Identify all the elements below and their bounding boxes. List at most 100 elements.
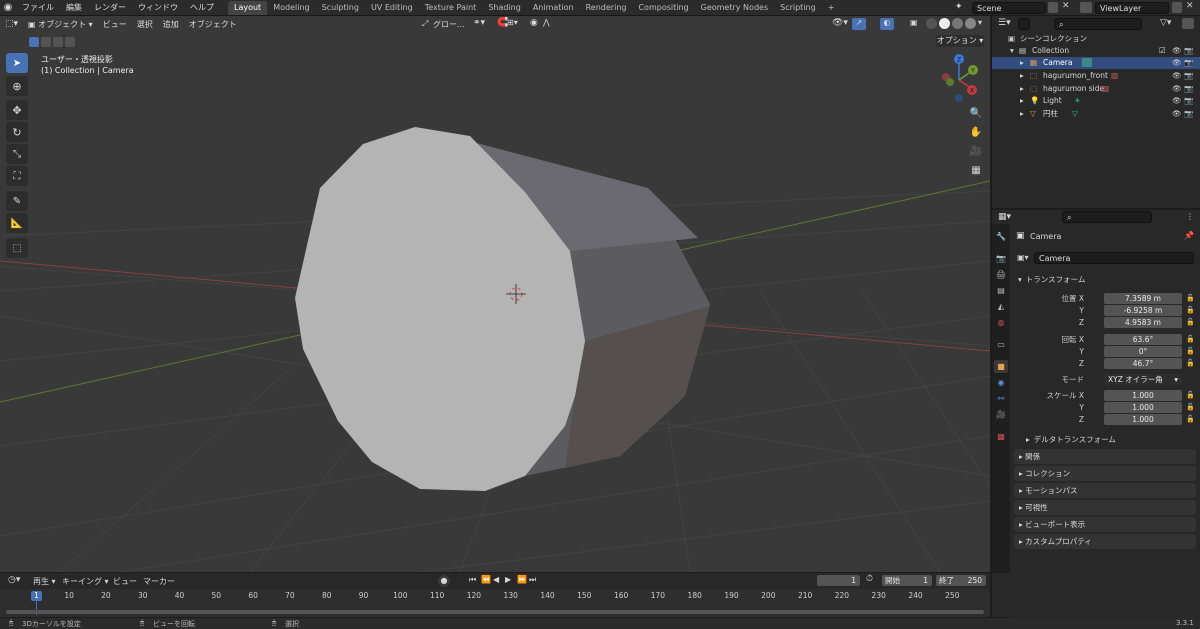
menu-edit[interactable]: 編集 bbox=[60, 0, 88, 16]
view-layer-icon[interactable] bbox=[1080, 2, 1092, 13]
zoom-button[interactable]: 🔍 bbox=[968, 105, 984, 121]
object-name-field[interactable]: Camera bbox=[1034, 252, 1194, 264]
tab-scripting[interactable]: Scripting bbox=[774, 1, 822, 15]
rendered-shading-icon[interactable] bbox=[965, 18, 976, 29]
lock-icon[interactable]: 🔓 bbox=[1186, 358, 1195, 369]
scale-x-field[interactable]: 1.000 bbox=[1104, 390, 1182, 401]
render-camera-icon[interactable]: 📷 bbox=[1184, 108, 1193, 120]
menu-add[interactable]: 追加 bbox=[158, 19, 184, 30]
tab-sculpting[interactable]: Sculpting bbox=[316, 1, 365, 15]
location-y-field[interactable]: -6.9258 m bbox=[1104, 305, 1182, 316]
lock-icon[interactable]: 🔓 bbox=[1186, 334, 1195, 345]
new-collection-icon[interactable] bbox=[1182, 18, 1194, 29]
tab-tool[interactable]: 🔧 bbox=[994, 230, 1008, 243]
rotation-z-field[interactable]: 46.7° bbox=[1104, 358, 1182, 369]
eye-icon[interactable]: 👁 bbox=[1172, 70, 1182, 82]
panel-viewport-display[interactable]: ▸ ビューポート表示 bbox=[1014, 517, 1196, 532]
tab-animation[interactable]: Animation bbox=[527, 1, 580, 15]
tab-view-layer[interactable]: ▤ bbox=[994, 284, 1008, 297]
outliner-editor-icon[interactable]: ☰▾ bbox=[998, 18, 1011, 28]
expand-chevron-icon[interactable]: ▸ bbox=[1020, 95, 1024, 107]
tab-scene[interactable]: ◭ bbox=[994, 300, 1008, 313]
menu-view[interactable]: ビュー bbox=[98, 19, 132, 30]
scale-y-field[interactable]: 1.000 bbox=[1104, 402, 1182, 413]
checkbox-icon[interactable]: ☑ bbox=[1159, 45, 1166, 57]
outliner-search-input[interactable]: ⌕ bbox=[1054, 18, 1142, 30]
annotate-tool[interactable]: ✎ bbox=[6, 191, 28, 211]
ortho-toggle-button[interactable]: ▦ bbox=[968, 162, 984, 178]
view-layer-field[interactable]: ViewLayer bbox=[1095, 2, 1169, 14]
panel-visibility[interactable]: ▸ 可視性 bbox=[1014, 500, 1196, 515]
new-view-layer-icon[interactable] bbox=[1172, 2, 1182, 13]
tab-constraints[interactable]: ⚯ bbox=[994, 392, 1008, 405]
rotation-mode-select[interactable]: XYZ オイラー角 ▾ bbox=[1104, 374, 1182, 385]
proportional-edit-icon[interactable]: ◉ bbox=[530, 18, 538, 28]
select-mode-subtract-icon[interactable] bbox=[53, 37, 63, 47]
eye-icon[interactable]: 👁 bbox=[1172, 45, 1182, 57]
delete-scene-icon[interactable]: ✕ bbox=[1062, 1, 1070, 11]
expand-chevron-icon[interactable]: ▸ bbox=[1020, 70, 1024, 82]
lock-icon[interactable]: 🔓 bbox=[1186, 317, 1195, 328]
select-mode-extend-icon[interactable] bbox=[41, 37, 51, 47]
scene-field[interactable]: Scene bbox=[972, 2, 1046, 14]
editor-type-icon[interactable]: ⬚▾ bbox=[0, 19, 23, 29]
expand-chevron-icon[interactable]: ▾ bbox=[1010, 45, 1014, 57]
visibility-icon[interactable]: 👁▾ bbox=[832, 18, 848, 28]
tab-texture[interactable]: ▩ bbox=[994, 430, 1008, 443]
pivot-icon[interactable]: ⚭▾ bbox=[473, 18, 485, 28]
expand-chevron-icon[interactable]: ▸ bbox=[1020, 83, 1024, 95]
location-x-field[interactable]: 7.3589 m bbox=[1104, 293, 1182, 304]
outliner-row-collection[interactable]: ▾ ▤ Collection ☑ 👁 📷 bbox=[992, 45, 1200, 57]
panel-custom-properties[interactable]: ▸ カスタムプロパティ bbox=[1014, 534, 1196, 549]
menu-select[interactable]: 選択 bbox=[132, 19, 158, 30]
tab-render[interactable]: 📷 bbox=[994, 252, 1008, 265]
snap-target-icon[interactable]: ⊞▾ bbox=[507, 18, 518, 27]
location-z-field[interactable]: 4.9583 m bbox=[1104, 317, 1182, 328]
tab-modeling[interactable]: Modeling bbox=[267, 1, 315, 15]
eye-icon[interactable]: 👁 bbox=[1172, 95, 1182, 107]
tab-output[interactable]: 🖨 bbox=[994, 268, 1008, 281]
tab-object[interactable]: ■ bbox=[994, 360, 1008, 373]
render-camera-icon[interactable]: 📷 bbox=[1184, 57, 1193, 69]
menu-object[interactable]: オブジェクト bbox=[184, 19, 242, 30]
scene-icon[interactable]: ✦ bbox=[955, 2, 963, 12]
mode-selector[interactable]: ▣ オブジェクト ▾ bbox=[23, 19, 98, 30]
menu-window[interactable]: ウィンドウ bbox=[132, 0, 184, 16]
measure-tool[interactable]: 📐 bbox=[6, 213, 28, 233]
properties-search-input[interactable]: ⌕ bbox=[1062, 211, 1152, 223]
outliner-row-scene-collection[interactable]: ▣ シーンコレクション bbox=[992, 33, 1200, 45]
eye-icon[interactable]: 👁 bbox=[1172, 83, 1182, 95]
lock-icon[interactable]: 🔓 bbox=[1186, 293, 1195, 304]
lock-icon[interactable]: 🔓 bbox=[1186, 402, 1195, 413]
outliner-row-hagurumon-side[interactable]: ▸ ⬚ hagurumon side ▨ 👁 📷 bbox=[992, 83, 1200, 95]
transform-panel-header[interactable]: ▾ トランスフォーム bbox=[1014, 273, 1196, 287]
tab-rendering[interactable]: Rendering bbox=[580, 1, 633, 15]
eye-icon[interactable]: 👁 bbox=[1172, 108, 1182, 120]
lock-icon[interactable]: 🔓 bbox=[1186, 414, 1195, 425]
wireframe-shading-icon[interactable] bbox=[926, 18, 937, 29]
shading-options-icon[interactable]: ▾ bbox=[978, 18, 982, 27]
navigation-gizmo[interactable]: Z X Y bbox=[942, 54, 978, 102]
menu-render[interactable]: レンダー bbox=[88, 0, 132, 16]
material-shading-icon[interactable] bbox=[952, 18, 963, 29]
add-workspace-button[interactable]: + bbox=[822, 1, 841, 15]
add-cube-tool[interactable]: ⬚ bbox=[6, 238, 28, 258]
scale-tool[interactable]: ⤡ bbox=[6, 144, 28, 164]
options-button[interactable]: オプション ▾ bbox=[936, 35, 984, 47]
tab-compositing[interactable]: Compositing bbox=[632, 1, 694, 15]
tab-physics[interactable]: ◉ bbox=[994, 376, 1008, 389]
tab-geometry-nodes[interactable]: Geometry Nodes bbox=[695, 1, 774, 15]
solid-shading-icon[interactable] bbox=[939, 18, 950, 29]
blender-logo-icon[interactable]: ◉ bbox=[0, 2, 16, 13]
render-camera-icon[interactable]: 📷 bbox=[1184, 95, 1193, 107]
transform-orientation-selector[interactable]: グロー... bbox=[433, 19, 465, 30]
tab-object-data[interactable]: 🎥 bbox=[994, 408, 1008, 421]
outliner-row-hagurumon-front[interactable]: ▸ ⬚ hagurumon_front ▨ 👁 📷 bbox=[992, 70, 1200, 82]
rotation-y-field[interactable]: 0° bbox=[1104, 346, 1182, 357]
tab-shading[interactable]: Shading bbox=[482, 1, 527, 15]
pin-icon[interactable]: 📌 bbox=[1184, 231, 1194, 240]
outliner-row-light[interactable]: ▸ 💡 Light ☀ 👁 📷 bbox=[992, 95, 1200, 107]
xray-icon[interactable]: ▣ bbox=[910, 18, 922, 30]
lock-icon[interactable]: 🔓 bbox=[1186, 390, 1195, 401]
outliner-row-camera[interactable]: ▸ ▦ Camera 👁 📷 bbox=[992, 57, 1200, 69]
